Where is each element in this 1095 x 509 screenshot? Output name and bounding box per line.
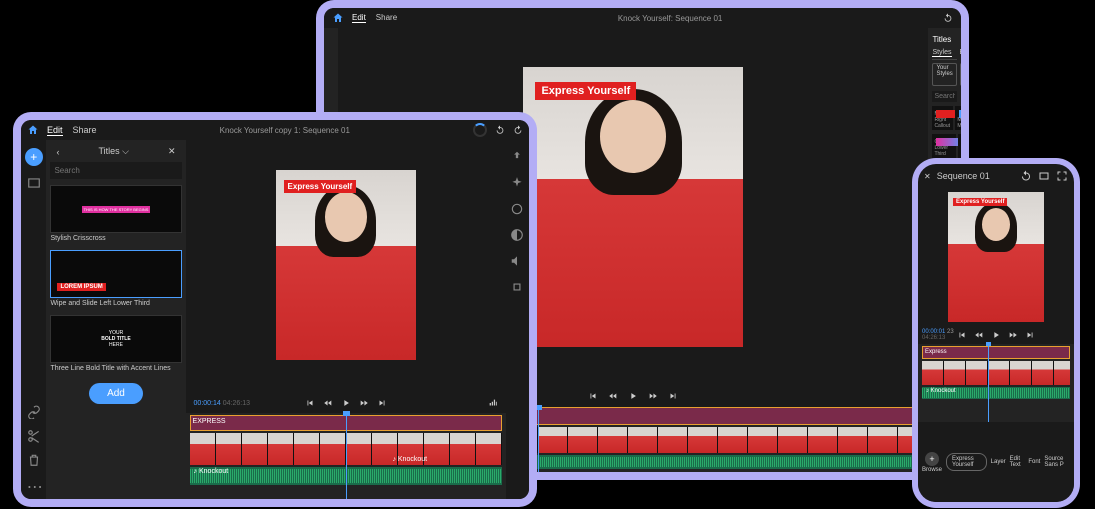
browse-button[interactable]: +Browse [922,452,942,473]
title-preset[interactable]: Mobile Messages [955,106,961,130]
levels-icon[interactable] [488,398,498,408]
undo-icon[interactable] [943,13,953,23]
styles-tab[interactable]: Styles [932,49,951,57]
title-track[interactable]: Express [922,346,1070,359]
playhead[interactable] [538,407,539,472]
back-icon[interactable]: ✕ [924,172,931,181]
titles-search[interactable] [932,91,957,102]
step-back-icon[interactable] [974,330,984,340]
more-titles-button[interactable]: ⊞ More Titles [960,63,961,86]
desktop-topbar: Edit Share Knock Yourself: Sequence 01 [324,8,961,28]
tab-share[interactable]: Share [73,125,97,136]
title-preset[interactable]: Gradient Lower Third [932,134,955,158]
playback-controls: 00:00:01 2304:26:13 [918,326,1074,344]
timeline[interactable]: EXPRESS ♪ Knockout [186,413,506,499]
timeline[interactable]: Express ♪ Knockout [918,344,1074,422]
playback-controls: 00:00:14 04:26:13 [186,393,506,413]
play-icon[interactable] [341,398,351,408]
title-preset[interactable]: YOURBOLD TITLEHEREThree Line Bold Title … [50,315,181,374]
preview-area[interactable]: Express Yourself [186,140,506,393]
effects-icon[interactable] [510,176,524,190]
title-preset[interactable]: Modern Right Callout [932,106,953,130]
home-icon[interactable] [332,12,344,24]
preview-area[interactable]: Express Yourself [918,188,1074,326]
close-icon[interactable]: ✕ [164,146,180,157]
project-icon[interactable] [27,176,41,190]
link-icon[interactable] [27,405,41,419]
title-overlay: Express Yourself [953,198,1007,206]
skip-start-icon[interactable] [588,391,598,401]
scissors-icon[interactable] [27,429,41,443]
playhead[interactable] [988,344,989,422]
redo-icon[interactable] [513,125,523,135]
title-preset[interactable]: Stylish Crisscross [50,185,181,244]
selected-title-chip[interactable]: Express Yourself [946,453,987,471]
font-option[interactable]: Font [1028,459,1040,465]
color-icon[interactable] [510,202,524,216]
step-forward-icon[interactable] [359,398,369,408]
project-title: Knock Yourself copy 1: Sequence 01 [105,126,465,135]
tablet-topbar: Edit Share Knock Yourself copy 1: Sequen… [21,120,529,140]
step-forward-icon[interactable] [1008,330,1018,340]
title-overlay: Express Yourself [535,82,636,100]
title-preset[interactable]: Wipe and Slide Left Lower Third [50,250,181,309]
aspect-icon[interactable] [1038,170,1050,182]
title-overlay: Express Yourself [284,180,357,193]
step-back-icon[interactable] [608,391,618,401]
sequence-title: Sequence 01 [937,171,1014,181]
edit-text-option[interactable]: Edit Text [1010,456,1025,468]
export-icon[interactable] [510,150,524,164]
step-forward-icon[interactable] [648,391,658,401]
video-preview: Express Yourself [276,170,416,360]
play-icon[interactable] [628,391,638,401]
search-input[interactable] [50,162,181,179]
video-preview: Express Yourself [523,67,743,347]
skip-start-icon[interactable] [957,330,967,340]
right-toolbar [506,140,529,499]
skip-end-icon[interactable] [1025,330,1035,340]
more-icon[interactable]: ⋯ [27,477,41,491]
phone-topbar: ✕ Sequence 01 [918,164,1074,188]
your-styles-button[interactable]: Your Styles [932,63,956,86]
undo-icon[interactable] [495,125,505,135]
trash-icon[interactable] [27,453,41,467]
undo-icon[interactable] [1020,170,1032,182]
phone-device: ✕ Sequence 01 Express Yourself 00:00:01 … [912,158,1080,508]
add-button[interactable]: + [25,148,43,166]
timecode: 00:00:14 04:26:13 [194,400,250,407]
audio-track[interactable]: ♪ Knockout [922,387,1070,399]
skip-start-icon[interactable] [305,398,315,408]
skip-end-icon[interactable] [377,398,387,408]
bottom-toolbar: +Browse Express Yourself Layer Edit Text… [918,422,1074,502]
audio-icon[interactable] [510,254,524,268]
fullscreen-icon[interactable] [1056,170,1068,182]
title-preset[interactable] [958,134,961,158]
transform-icon[interactable] [510,280,524,294]
skip-end-icon[interactable] [668,391,678,401]
timecode: 00:00:01 2304:26:13 [922,329,954,341]
titles-browser: ‹ Titles ⌵ ✕ Stylish Crisscross Wipe and… [46,140,185,499]
add-title-button[interactable]: Add [89,383,143,404]
edit-tab[interactable]: Edit [960,49,962,57]
speed-icon[interactable] [510,228,524,242]
panel-heading: Titles [932,32,957,47]
step-back-icon[interactable] [323,398,333,408]
back-icon[interactable]: ‹ [52,147,63,157]
font-name[interactable]: Source Sans P [1044,456,1070,468]
tab-share[interactable]: Share [376,13,397,23]
sync-spinner-icon [473,123,487,137]
playhead[interactable] [346,413,347,499]
tab-edit[interactable]: Edit [47,125,63,136]
layer-option[interactable]: Layer [991,459,1006,465]
video-preview: Express Yourself [948,192,1044,322]
left-toolbar: + ⋯ [21,140,46,499]
titles-dropdown[interactable]: Titles ⌵ [63,146,164,157]
tab-edit[interactable]: Edit [352,13,366,23]
home-icon[interactable] [27,124,39,136]
tablet-device: Edit Share Knock Yourself copy 1: Sequen… [13,112,537,507]
play-icon[interactable] [991,330,1001,340]
project-title: Knock Yourself: Sequence 01 [405,14,935,23]
video-track[interactable] [922,361,1070,385]
